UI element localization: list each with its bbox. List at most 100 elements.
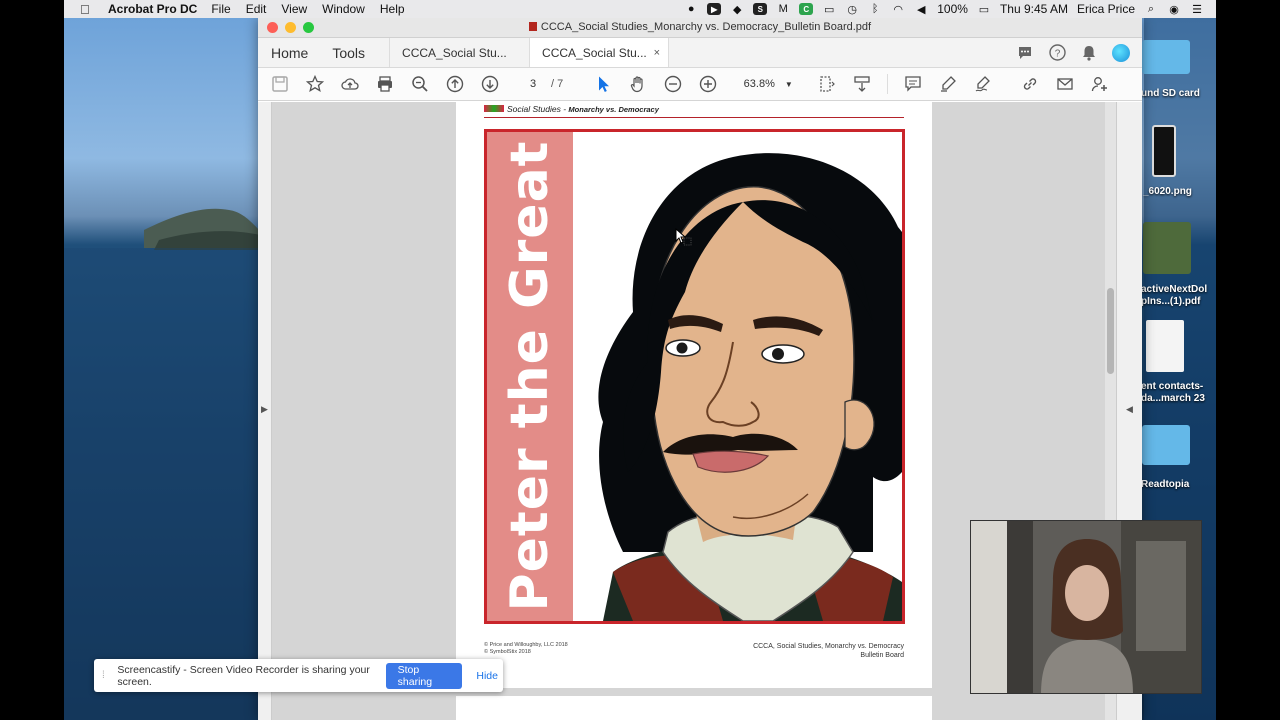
apple-icon[interactable]:  <box>80 2 94 17</box>
zoom-out-icon[interactable] <box>663 74 683 94</box>
desktop-item-pdf-line2[interactable]: pIns...(1).pdf <box>1141 296 1200 307</box>
spotlight-search-icon[interactable]: ⌕ <box>1144 3 1158 15</box>
bluetooth-icon[interactable]: ᛒ <box>868 3 882 15</box>
dropbox-icon[interactable]: ◆ <box>730 3 744 16</box>
menu-view[interactable]: View <box>281 2 307 16</box>
copyright-line-2: © SymbolStix 2018 <box>484 649 531 655</box>
peter-the-great-portrait <box>598 153 902 621</box>
scroll-mode-icon[interactable] <box>852 74 872 94</box>
screen-record-icon[interactable]: ● <box>684 3 698 15</box>
email-icon[interactable] <box>1055 74 1075 94</box>
malwarebytes-icon[interactable]: M <box>776 3 790 15</box>
cursor-icon[interactable] <box>593 74 613 94</box>
window-titlebar: CCCA_Social Studies_Monarchy vs. Democra… <box>258 18 1142 38</box>
airplay-icon[interactable]: ▭ <box>822 3 836 16</box>
svg-text:?: ? <box>1054 49 1060 60</box>
highlight-pen-icon[interactable] <box>938 74 958 94</box>
wifi-icon[interactable]: ◠ <box>891 3 905 16</box>
page-fit-icon[interactable] <box>817 74 837 94</box>
print-icon[interactable] <box>375 74 395 94</box>
mouse-pointer-icon <box>675 228 692 246</box>
volume-icon[interactable]: ◀ <box>914 3 928 16</box>
siri-icon[interactable]: ◉ <box>1167 3 1181 16</box>
expand-left-icon: ◀ <box>1126 404 1133 414</box>
scrollbar-thumb[interactable] <box>1107 288 1114 374</box>
hand-icon[interactable] <box>628 74 648 94</box>
add-user-icon[interactable] <box>1090 74 1110 94</box>
header-actions: ? <box>1016 38 1142 67</box>
menu-app-name[interactable]: Acrobat Pro DC <box>108 2 197 16</box>
screen-share-banner: ⁞ Screencastify - Screen Video Recorder … <box>94 659 503 692</box>
menu-help[interactable]: Help <box>380 2 405 16</box>
tab-document-2[interactable]: CCCA_Social Stu... × <box>529 38 670 67</box>
folder-icon[interactable] <box>1142 425 1190 465</box>
pillarbox-left <box>0 0 64 720</box>
page-number-input[interactable]: 3 <box>515 74 551 94</box>
copyright-line-1: © Price and Willoughby, LLC 2018 <box>484 642 568 648</box>
poster-title: Peter the Great <box>500 140 560 612</box>
desktop-item-sd-card[interactable]: und SD card <box>1141 88 1200 99</box>
webcam-overlay <box>970 520 1202 694</box>
desktop-file-thumbnail-png[interactable] <box>1152 125 1176 177</box>
notification-center-icon[interactable]: ☰ <box>1190 3 1204 16</box>
desktop-item-contacts-line2[interactable]: da...march 23 <box>1141 393 1205 404</box>
user-name[interactable]: Erica Price <box>1077 2 1135 16</box>
expand-right-icon: ▶ <box>261 404 268 414</box>
tab-bar: Home Tools CCCA_Social Stu... CCCA_Socia… <box>258 38 1142 68</box>
shortcut-app-icon[interactable]: S <box>753 3 768 15</box>
hide-banner-button[interactable]: Hide <box>471 666 503 686</box>
chevron-down-icon: ▼ <box>784 79 793 89</box>
page-header-topic: Monarchy vs. Democracy <box>568 105 659 114</box>
zoom-level-select[interactable]: 63.8% ▼ <box>733 74 803 94</box>
save-icon[interactable] <box>270 74 290 94</box>
desktop-item-pdf-line1[interactable]: activeNextDol <box>1141 284 1207 295</box>
battery-icon[interactable]: ▭ <box>977 3 991 16</box>
desktop-item-png[interactable]: _6020.png <box>1143 186 1192 197</box>
folder-icon[interactable] <box>1142 40 1190 74</box>
clock[interactable]: Thu 9:45 AM <box>1000 2 1068 16</box>
page-footer-left: © Price and Willoughby, LLC 2018 © Symbo… <box>484 642 568 656</box>
comment-bubble-icon[interactable] <box>1016 44 1034 62</box>
arrow-down-circle-icon[interactable] <box>480 74 500 94</box>
desktop-item-contacts-line1[interactable]: ent contacts- <box>1141 381 1203 392</box>
drag-handle-icon[interactable]: ⁞ <box>102 670 107 681</box>
comment-icon[interactable] <box>903 74 923 94</box>
menu-edit[interactable]: Edit <box>246 2 267 16</box>
arrow-up-circle-icon[interactable] <box>445 74 465 94</box>
screen-share-message: Screencastify - Screen Video Recorder is… <box>117 663 370 688</box>
screencastify-tray-icon[interactable]: C <box>799 3 814 15</box>
desktop-doc-icon[interactable] <box>1146 320 1184 372</box>
zoom-in-icon[interactable] <box>698 74 718 94</box>
webcam-feed-image <box>971 521 1201 693</box>
window-title: CCCA_Social Studies_Monarchy vs. Democra… <box>540 21 872 33</box>
star-icon[interactable] <box>305 74 325 94</box>
menu-file[interactable]: File <box>211 2 230 16</box>
cloud-upload-icon[interactable] <box>340 74 360 94</box>
draw-sign-icon[interactable] <box>973 74 993 94</box>
publisher-logo-icon <box>484 105 504 112</box>
help-icon[interactable]: ? <box>1048 44 1066 62</box>
tab-home[interactable]: Home <box>258 38 320 67</box>
desktop-item-readtopia[interactable]: Readtopia <box>1141 479 1189 490</box>
desktop-file-thumbnail-pdf[interactable] <box>1143 222 1191 274</box>
time-machine-icon[interactable]: ◷ <box>845 3 859 16</box>
page-total: / 7 <box>551 78 564 90</box>
page-header-subject: Social Studies - <box>507 104 569 114</box>
mac-menu-bar:  Acrobat Pro DC File Edit View Window H… <box>64 0 1216 18</box>
left-panel-toggle[interactable]: ▶ <box>258 102 272 720</box>
zoom-app-icon[interactable]: ▶ <box>707 3 722 15</box>
tab-tools[interactable]: Tools <box>320 38 377 67</box>
notification-bell-icon[interactable] <box>1080 44 1098 62</box>
next-pdf-page <box>456 696 932 720</box>
toolbar-separator <box>887 74 889 94</box>
page-header: Social Studies - Monarchy vs. Democracy <box>484 104 659 114</box>
menu-window[interactable]: Window <box>322 2 365 16</box>
link-icon[interactable] <box>1020 74 1040 94</box>
footer-bulletin-line: Bulletin Board <box>860 652 904 659</box>
stop-sharing-button[interactable]: Stop sharing <box>385 662 463 689</box>
close-tab-icon[interactable]: × <box>654 47 660 59</box>
account-avatar-icon[interactable] <box>1112 43 1130 62</box>
zoom-search-icon[interactable] <box>410 74 430 94</box>
tab-document-1[interactable]: CCCA_Social Stu... <box>389 38 529 67</box>
status-tray: ● ▶ ◆ S M C ▭ ◷ ᛒ ◠ ◀ 100% ▭ Thu 9:45 AM… <box>684 2 1216 16</box>
